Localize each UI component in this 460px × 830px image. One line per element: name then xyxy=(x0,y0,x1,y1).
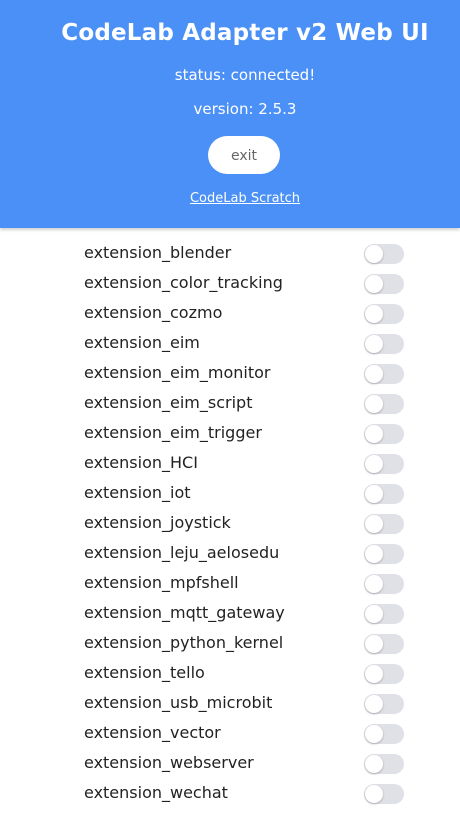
toggle-knob xyxy=(365,245,383,263)
list-item: extension_python_kernel xyxy=(0,628,460,658)
list-item: extension_iot xyxy=(0,478,460,508)
list-item: extension_eim xyxy=(0,328,460,358)
extension-label: extension_eim xyxy=(84,333,200,352)
extension-list: extension_blender extension_color_trackin… xyxy=(0,238,460,808)
extension-toggle[interactable] xyxy=(364,724,404,744)
toggle-knob xyxy=(365,575,383,593)
extension-label: extension_iot xyxy=(84,483,191,502)
list-item: extension_mpfshell xyxy=(0,568,460,598)
list-item: extension_vector xyxy=(0,718,460,748)
extension-toggle[interactable] xyxy=(364,334,404,354)
extension-label: extension_usb_microbit xyxy=(84,693,273,712)
list-item: extension_cozmo xyxy=(0,298,460,328)
extension-toggle[interactable] xyxy=(364,544,404,564)
toggle-knob xyxy=(365,695,383,713)
exit-button[interactable]: exit xyxy=(208,136,280,174)
extension-label: extension_python_kernel xyxy=(84,633,284,652)
toggle-knob xyxy=(365,785,383,803)
toggle-knob xyxy=(365,665,383,683)
list-item: extension_eim_trigger xyxy=(0,418,460,448)
extension-label: extension_eim_script xyxy=(84,393,253,412)
toggle-knob xyxy=(365,635,383,653)
header-bar: CodeLab Adapter v2 Web UI status: connec… xyxy=(0,0,460,228)
extension-label: extension_joystick xyxy=(84,513,231,532)
list-item: extension_tello xyxy=(0,658,460,688)
toggle-knob xyxy=(365,545,383,563)
extension-label: extension_vector xyxy=(84,723,221,742)
codelab-scratch-link[interactable]: CodeLab Scratch xyxy=(0,191,460,206)
extension-toggle[interactable] xyxy=(364,424,404,444)
extension-toggle[interactable] xyxy=(364,244,404,264)
extension-toggle[interactable] xyxy=(364,274,404,294)
list-item: extension_eim_monitor xyxy=(0,358,460,388)
extension-label: extension_color_tracking xyxy=(84,273,283,292)
connection-status: status: connected! xyxy=(174,66,316,84)
extension-toggle[interactable] xyxy=(364,364,404,384)
extension-label: extension_HCI xyxy=(84,453,198,472)
extension-toggle[interactable] xyxy=(364,604,404,624)
extension-toggle[interactable] xyxy=(364,394,404,414)
extension-label: extension_webserver xyxy=(84,753,254,772)
page-title: CodeLab Adapter v2 Web UI xyxy=(61,20,429,46)
toggle-knob xyxy=(365,725,383,743)
extension-toggle[interactable] xyxy=(364,484,404,504)
toggle-knob xyxy=(365,515,383,533)
toggle-knob xyxy=(365,455,383,473)
extension-label: extension_eim_trigger xyxy=(84,423,262,442)
extension-toggle[interactable] xyxy=(364,664,404,684)
extension-toggle[interactable] xyxy=(364,634,404,654)
list-item: extension_HCI xyxy=(0,448,460,478)
extension-label: extension_mqtt_gateway xyxy=(84,603,285,622)
toggle-knob xyxy=(365,305,383,323)
toggle-knob xyxy=(365,485,383,503)
list-item: extension_eim_script xyxy=(0,388,460,418)
list-item: extension_webserver xyxy=(0,748,460,778)
extension-toggle[interactable] xyxy=(364,304,404,324)
list-item: extension_color_tracking xyxy=(0,268,460,298)
toggle-knob xyxy=(365,335,383,353)
list-item: extension_wechat xyxy=(0,778,460,808)
extension-toggle[interactable] xyxy=(364,784,404,804)
extension-label: extension_cozmo xyxy=(84,303,223,322)
list-item: extension_joystick xyxy=(0,508,460,538)
toggle-knob xyxy=(365,395,383,413)
extension-toggle[interactable] xyxy=(364,574,404,594)
list-item: extension_leju_aelosedu xyxy=(0,538,460,568)
extension-toggle[interactable] xyxy=(364,514,404,534)
extension-toggle[interactable] xyxy=(364,694,404,714)
extension-label: extension_eim_monitor xyxy=(84,363,271,382)
extension-toggle[interactable] xyxy=(364,754,404,774)
list-item: extension_blender xyxy=(0,238,460,268)
extension-label: extension_wechat xyxy=(84,783,228,802)
extension-label: extension_tello xyxy=(84,663,205,682)
toggle-knob xyxy=(365,275,383,293)
extension-label: extension_mpfshell xyxy=(84,573,239,592)
toggle-knob xyxy=(365,365,383,383)
extension-label: extension_leju_aelosedu xyxy=(84,543,280,562)
toggle-knob xyxy=(365,755,383,773)
version-label: version: 2.5.3 xyxy=(193,100,297,118)
extension-label: extension_blender xyxy=(84,243,232,262)
extension-toggle[interactable] xyxy=(364,454,404,474)
toggle-knob xyxy=(365,605,383,623)
list-item: extension_mqtt_gateway xyxy=(0,598,460,628)
toggle-knob xyxy=(365,425,383,443)
list-item: extension_usb_microbit xyxy=(0,688,460,718)
